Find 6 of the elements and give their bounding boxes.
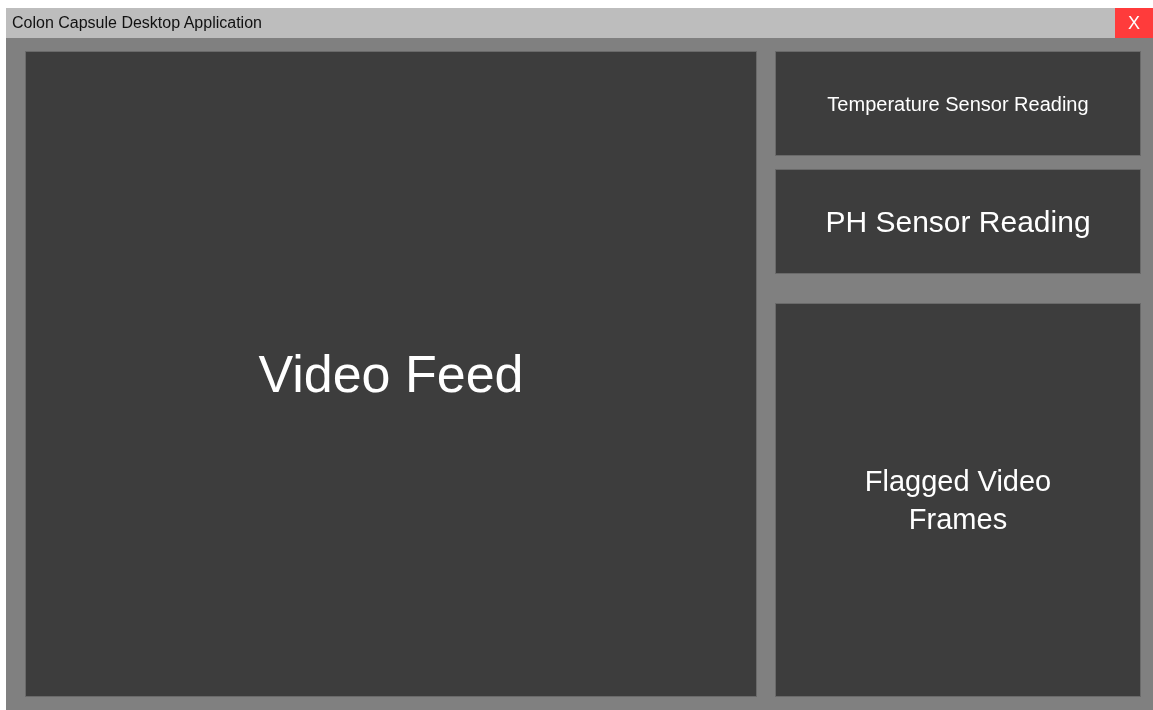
panel-label: Temperature Sensor Reading	[827, 91, 1089, 117]
close-button[interactable]: X	[1115, 8, 1153, 38]
window-title: Colon Capsule Desktop Application	[11, 13, 262, 33]
panel-label: PH Sensor Reading	[825, 204, 1091, 240]
panel-label: Flagged Video Frames	[863, 464, 1053, 537]
video-feed-label: Video Feed	[258, 344, 524, 405]
